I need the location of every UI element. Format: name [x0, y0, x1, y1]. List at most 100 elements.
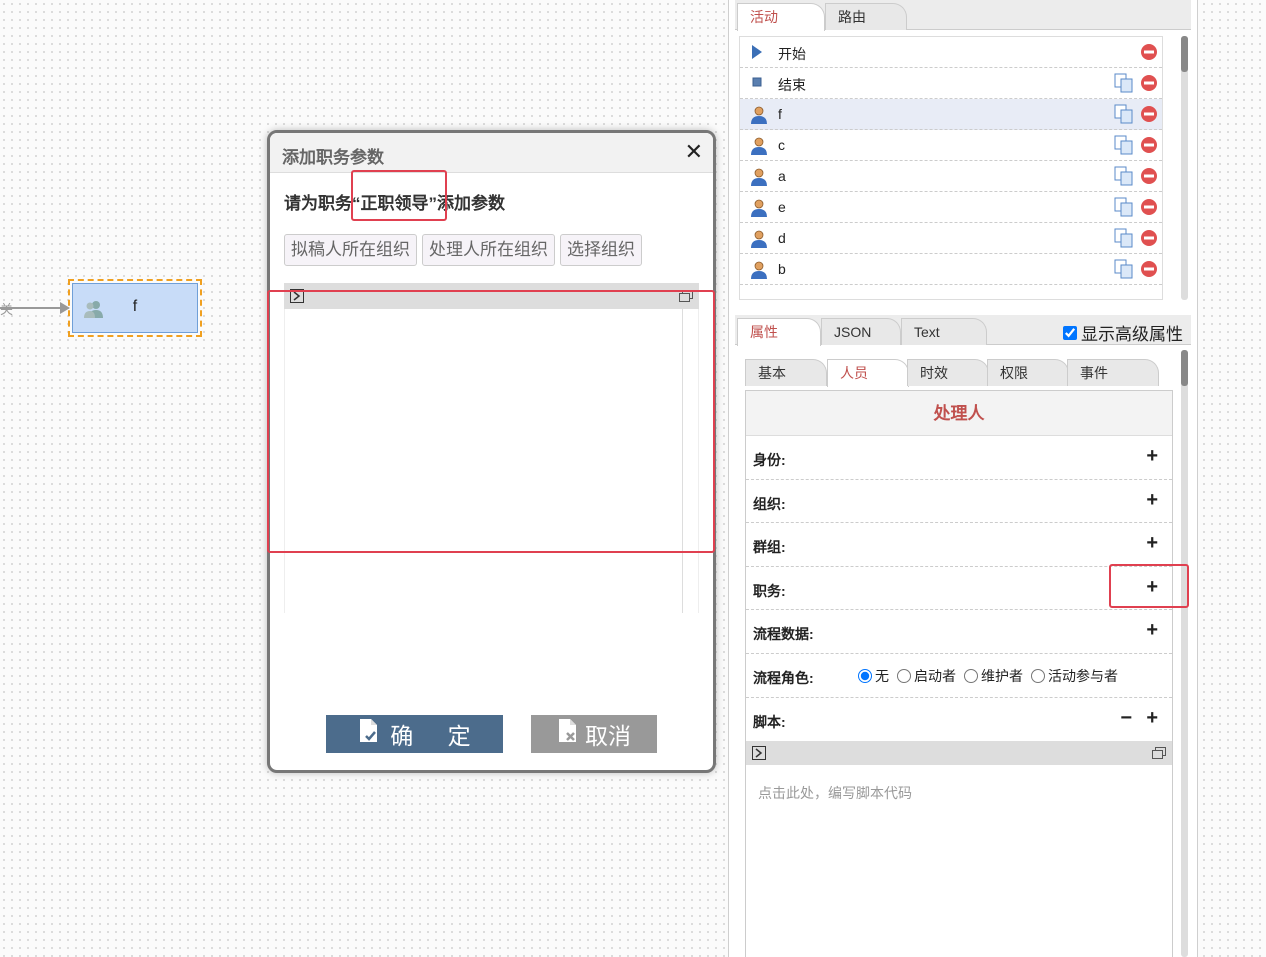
- dialog-message: 请为职务“正职领导”添加参数: [284, 194, 505, 213]
- add-org-button[interactable]: +: [1146, 489, 1158, 512]
- show-advanced-toggle[interactable]: 显示高级属性: [1063, 320, 1183, 345]
- role-radio-none[interactable]: [858, 668, 872, 683]
- subtab-timing[interactable]: 时效: [907, 359, 989, 386]
- role-option-starter[interactable]: 启动者: [897, 666, 956, 686]
- activity-item[interactable]: b: [740, 254, 1162, 285]
- user-icon: [750, 199, 768, 220]
- activity-item[interactable]: e: [740, 192, 1162, 223]
- remove-icon[interactable]: [1140, 43, 1158, 64]
- property-scrollbar[interactable]: [1181, 350, 1188, 957]
- add-identity-button[interactable]: +: [1146, 445, 1158, 468]
- drafter-org-button[interactable]: 拟稿人所在组织: [284, 234, 417, 266]
- editor-gutter: [682, 309, 683, 613]
- section-title: 处理人: [746, 391, 1172, 436]
- activity-item-label: 结束: [778, 77, 806, 93]
- activity-item-label: d: [778, 230, 786, 246]
- role-radio-maintainer[interactable]: [964, 668, 978, 683]
- stop-square-icon: [750, 75, 764, 92]
- tab-text[interactable]: Text: [901, 318, 987, 345]
- activity-item[interactable]: 结束: [740, 68, 1162, 99]
- identity-row: 身份: +: [746, 436, 1172, 480]
- tab-properties[interactable]: 属性: [737, 318, 821, 346]
- subtab-events[interactable]: 事件: [1067, 359, 1159, 386]
- show-advanced-checkbox[interactable]: [1063, 325, 1077, 340]
- copy-icon[interactable]: [1114, 166, 1134, 189]
- close-icon[interactable]: ✕: [685, 141, 703, 163]
- role-label-starter: 启动者: [914, 667, 956, 684]
- copy-icon[interactable]: [1114, 104, 1134, 127]
- node-label: f: [132, 298, 138, 315]
- remove-icon[interactable]: [1140, 229, 1158, 250]
- remove-icon[interactable]: [1140, 260, 1158, 281]
- script-editor-placeholder[interactable]: 点击此处，编写脚本代码: [758, 783, 912, 803]
- subtab-basic[interactable]: 基本: [745, 359, 827, 386]
- activity-scrollbar[interactable]: [1181, 36, 1188, 300]
- tab-json[interactable]: JSON: [821, 318, 901, 345]
- script-toolbar: [746, 741, 1172, 766]
- tab-routes[interactable]: 路由: [825, 3, 907, 30]
- user-icon: [750, 261, 768, 282]
- duty-row: 职务: +: [746, 567, 1172, 611]
- activity-list[interactable]: 开始结束 f c a e d b: [739, 36, 1163, 300]
- process-data-label: 流程数据:: [753, 626, 814, 643]
- flow-canvas[interactable]: 关 f 添加职务参数 ✕ 请为职务“正职领导”添加参数 拟稿人所在组织 处理人所…: [0, 0, 728, 957]
- role-option-maintainer[interactable]: 维护者: [964, 666, 1023, 686]
- tab-activities[interactable]: 活动: [737, 3, 825, 31]
- dialog-footer: 确 定 取消: [270, 715, 713, 753]
- activity-item[interactable]: d: [740, 223, 1162, 254]
- activity-item[interactable]: a: [740, 161, 1162, 192]
- activity-item[interactable]: f: [740, 99, 1162, 130]
- remove-icon[interactable]: [1140, 167, 1158, 188]
- subtab-personnel[interactable]: 人员: [827, 359, 909, 387]
- activity-item[interactable]: 开始: [740, 37, 1162, 68]
- copy-icon[interactable]: [1114, 259, 1134, 282]
- script-restore-icon[interactable]: [1152, 746, 1166, 762]
- add-duty-button[interactable]: +: [1146, 576, 1158, 599]
- activity-item-label: 开始: [778, 46, 806, 62]
- play-triangle-icon: [750, 44, 764, 63]
- user-icon: [750, 168, 768, 189]
- editor-body[interactable]: [284, 309, 699, 613]
- add-duty-param-dialog: 添加职务参数 ✕ 请为职务“正职领导”添加参数 拟稿人所在组织 处理人所在组织 …: [267, 130, 716, 773]
- property-subtabs: 基本 人员 时效 权限 事件: [745, 356, 1159, 387]
- add-group-button[interactable]: +: [1146, 532, 1158, 555]
- remove-icon[interactable]: [1140, 74, 1158, 95]
- user-icon: [750, 230, 768, 251]
- remove-icon[interactable]: [1140, 198, 1158, 219]
- dialog-header[interactable]: 添加职务参数 ✕: [270, 133, 713, 173]
- select-org-button[interactable]: 选择组织: [560, 234, 642, 266]
- activity-item[interactable]: c: [740, 130, 1162, 161]
- handler-org-button[interactable]: 处理人所在组织: [422, 234, 555, 266]
- copy-icon[interactable]: [1114, 228, 1134, 251]
- subtab-permission[interactable]: 权限: [987, 359, 1069, 386]
- cancel-button[interactable]: 取消: [531, 715, 657, 753]
- handler-properties: 处理人 身份: + 组织: + 群组: + 职务: + 流程数据: + 流程角色…: [745, 390, 1173, 957]
- confirm-button[interactable]: 确 定: [326, 715, 503, 753]
- role-radio-participant[interactable]: [1031, 668, 1045, 683]
- activity-node-f[interactable]: f: [68, 279, 202, 337]
- remove-script-button[interactable]: −: [1120, 707, 1132, 730]
- activity-item-label: c: [778, 137, 785, 153]
- confirm-label: 确 定: [390, 723, 485, 749]
- copy-icon[interactable]: [1114, 197, 1134, 220]
- remove-icon[interactable]: [1140, 136, 1158, 157]
- role-radio-starter[interactable]: [897, 668, 911, 683]
- flow-edge[interactable]: [0, 307, 66, 309]
- activity-item-label: b: [778, 261, 786, 277]
- role-label-none: 无: [875, 667, 889, 684]
- copy-icon[interactable]: [1114, 135, 1134, 158]
- add-process-data-button[interactable]: +: [1146, 619, 1158, 642]
- add-script-button[interactable]: +: [1146, 707, 1158, 730]
- activity-item-label: a: [778, 168, 786, 184]
- copy-icon[interactable]: [1114, 73, 1134, 96]
- script-label: 脚本:: [753, 713, 786, 730]
- duty-label: 职务:: [753, 582, 786, 599]
- param-options: 拟稿人所在组织 处理人所在组织 选择组织: [284, 234, 642, 266]
- editor-expand-icon[interactable]: [290, 289, 304, 306]
- param-editor[interactable]: [284, 283, 699, 613]
- role-option-none[interactable]: 无: [858, 666, 889, 686]
- script-expand-icon[interactable]: [752, 746, 766, 763]
- editor-restore-icon[interactable]: [679, 289, 693, 305]
- role-option-participant[interactable]: 活动参与者: [1031, 666, 1118, 686]
- remove-icon[interactable]: [1140, 105, 1158, 126]
